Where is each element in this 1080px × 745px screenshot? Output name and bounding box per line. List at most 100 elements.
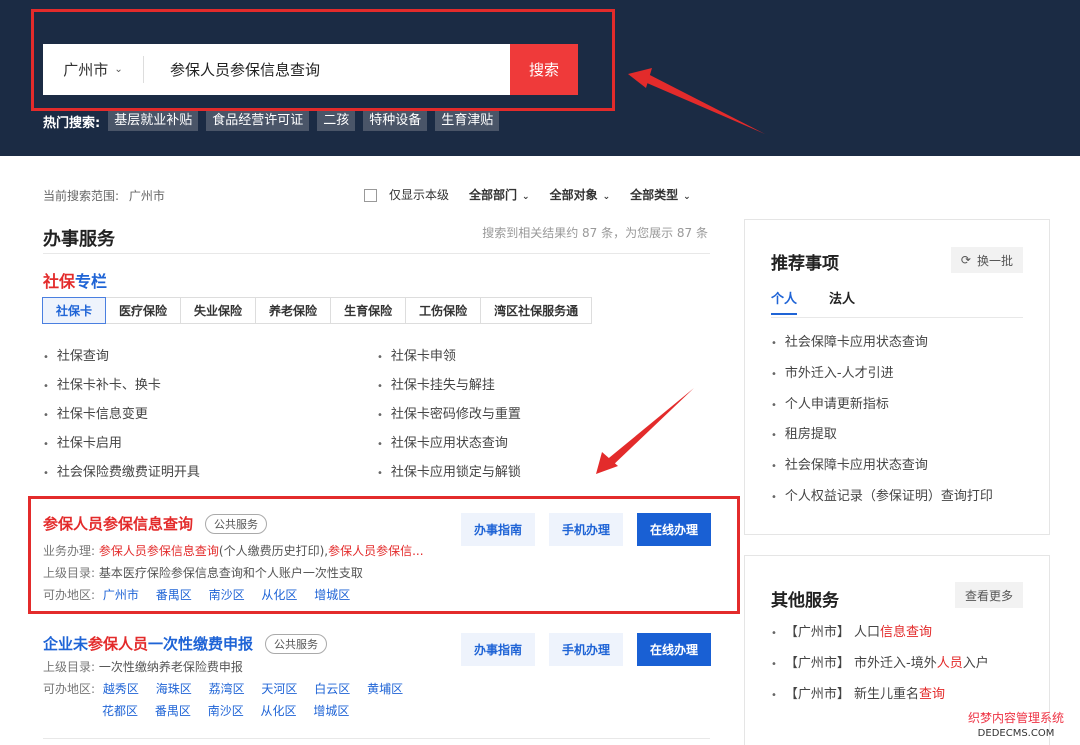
online-button[interactable]: 在线办理	[636, 513, 711, 546]
biz-link[interactable]: 参保人员参保信...	[328, 544, 423, 558]
area-link[interactable]: 从化区	[261, 588, 297, 602]
only-this-level-toggle[interactable]: 仅显示本级	[364, 186, 449, 203]
other-item-highlight: 信息查询	[880, 625, 933, 640]
scope-value: 广州市	[128, 189, 165, 203]
guide-button[interactable]: 办事指南	[460, 513, 535, 546]
parent-row: 上级目录: 基本医疗保险参保信息查询和个人账户一次性支取	[43, 562, 711, 584]
service-link[interactable]: 社保卡密码修改与重置	[377, 403, 677, 422]
result-count: 搜索到相关结果约 87 条，为您展示 87 条	[482, 226, 708, 240]
chevron-down-icon: ⌄	[114, 64, 123, 75]
area-link[interactable]: 花都区	[102, 704, 138, 718]
other-item[interactable]: 【广州市】 人口信息查询	[771, 621, 989, 652]
mobile-button[interactable]: 手机办理	[548, 513, 623, 546]
chevron-down-icon: ⌄	[683, 192, 691, 202]
area-link[interactable]: 荔湾区	[209, 682, 245, 696]
card-actions: 办事指南 手机办理 在线办理	[460, 513, 711, 546]
tab-unemployment[interactable]: 失业保险	[180, 297, 257, 324]
mobile-button[interactable]: 手机办理	[548, 633, 623, 666]
service-link[interactable]: 社会保险费缴费证明开具	[43, 461, 377, 480]
service-link[interactable]: 社保卡申领	[377, 345, 677, 364]
area-link[interactable]: 番禺区	[156, 588, 192, 602]
area-link[interactable]: 越秀区	[103, 682, 139, 696]
guide-button[interactable]: 办事指南	[460, 633, 535, 666]
search-input[interactable]: 参保人员参保信息查询	[144, 44, 510, 95]
hot-search-label: 热门搜索:	[43, 115, 101, 131]
tab-legal[interactable]: 法人	[829, 288, 855, 315]
city-selector[interactable]: 广州市 ⌄	[43, 44, 143, 95]
recommend-item[interactable]: 社会保障卡应用状态查询	[771, 454, 993, 485]
area-link[interactable]: 黄埔区	[367, 682, 403, 696]
tab-pension[interactable]: 养老保险	[255, 297, 332, 324]
area-link[interactable]: 天河区	[261, 682, 297, 696]
hot-tag[interactable]: 基层就业补贴	[108, 111, 199, 131]
service-link[interactable]: 社保查询	[43, 345, 377, 364]
tab-medical[interactable]: 医疗保险	[105, 297, 182, 324]
online-button[interactable]: 在线办理	[636, 633, 711, 666]
target-dropdown-label: 全部对象	[549, 188, 598, 202]
target-dropdown[interactable]: 全部对象 ⌄	[550, 186, 611, 203]
recommend-item[interactable]: 社会保障卡应用状态查询	[771, 331, 993, 362]
area-label: 可办地区:	[43, 588, 96, 602]
tab-personal[interactable]: 个人	[771, 288, 798, 315]
recommend-item[interactable]: 租房提取	[771, 423, 993, 454]
type-dropdown[interactable]: 全部类型 ⌄	[630, 186, 691, 203]
area-link[interactable]: 南沙区	[208, 704, 244, 718]
checkbox[interactable]	[364, 189, 377, 202]
search-bar: 广州市 ⌄ 参保人员参保信息查询 搜索	[43, 44, 578, 95]
tab-maternity[interactable]: 生育保险	[330, 297, 407, 324]
other-item[interactable]: 【广州市】 新生儿重名查询	[771, 683, 989, 714]
hot-tag[interactable]: 二孩	[317, 111, 356, 131]
recommend-item[interactable]: 个人申请更新指标	[771, 393, 993, 424]
other-list: 【广州市】 人口信息查询 【广州市】 市外迁入-境外人员入户 【广州市】 新生儿…	[771, 621, 989, 713]
service-card: 企业未参保人员一次性缴费申报 公共服务 上级目录: 一次性缴纳养老保险费申报 可…	[43, 633, 711, 722]
recommend-item[interactable]: 个人权益记录（参保证明）查询打印	[771, 485, 993, 516]
watermark-logo: 织梦内容管理系统 DEDECMS.COM	[968, 710, 1064, 742]
scope-label: 当前搜索范围:	[43, 189, 120, 203]
area-link[interactable]: 从化区	[261, 704, 297, 718]
dept-dropdown[interactable]: 全部部门 ⌄	[469, 186, 530, 203]
other-item[interactable]: 【广州市】 市外迁入-境外人员入户	[771, 652, 989, 683]
refresh-button[interactable]: ⟳ 换一批	[950, 247, 1023, 273]
service-link[interactable]: 社保卡启用	[43, 432, 377, 451]
search-button[interactable]: 搜索	[510, 44, 578, 95]
hot-tag[interactable]: 食品经营许可证	[206, 111, 310, 131]
insurance-tabs: 社保卡 医疗保险 失业保险 养老保险 生育保险 工伤保险 湾区社保服务通	[42, 297, 593, 324]
area-link[interactable]: 海珠区	[156, 682, 192, 696]
service-link[interactable]: 社保卡补卡、换卡	[43, 374, 377, 393]
header-bar: 广州市 ⌄ 参保人员参保信息查询 搜索 热门搜索: 基层就业补贴 食品经营许可证…	[0, 0, 1080, 156]
service-badge: 公共服务	[205, 513, 268, 534]
card-title-part: 企业未	[43, 635, 89, 653]
hot-tag[interactable]: 生育津贴	[435, 111, 500, 131]
service-link[interactable]: 社保卡应用状态查询	[377, 432, 677, 451]
card-title-link[interactable]: 参保人员参保信息查询	[43, 513, 193, 534]
area-row: 可办地区: 广州市 番禺区 南沙区 从化区 增城区	[43, 584, 711, 606]
area-link[interactable]: 南沙区	[209, 588, 245, 602]
area-link[interactable]: 广州市	[103, 588, 139, 602]
filter-bar: 仅显示本级 全部部门 ⌄ 全部对象 ⌄ 全部类型 ⌄	[364, 186, 691, 203]
card-title-link[interactable]: 企业未参保人员一次性缴费申报	[43, 633, 253, 654]
service-link[interactable]: 社保卡应用锁定与解锁	[377, 461, 677, 480]
area-link[interactable]: 番禺区	[155, 704, 191, 718]
recommend-item[interactable]: 市外迁入-人才引进	[771, 362, 993, 393]
tab-bay-area[interactable]: 湾区社保服务通	[480, 297, 593, 324]
special-title-blue: 专栏	[75, 272, 108, 291]
service-link[interactable]: 社保卡挂失与解挂	[377, 374, 677, 393]
service-link[interactable]: 社保卡信息变更	[43, 403, 377, 422]
other-item-text: 入户	[962, 655, 989, 671]
special-column-title: 社保专栏	[43, 268, 107, 292]
tab-social-card[interactable]: 社保卡	[42, 297, 107, 324]
other-item-text: 【广州市】 市外迁入-境外	[784, 655, 937, 671]
biz-label: 业务办理:	[43, 544, 96, 558]
area-link[interactable]: 增城区	[313, 704, 349, 718]
recommend-title: 推荐事项	[771, 254, 839, 274]
area-link[interactable]: 白云区	[314, 682, 350, 696]
parent-value: 基本医疗保险参保信息查询和个人账户一次性支取	[98, 566, 363, 580]
biz-link[interactable]: 参保人员参保信息查询	[99, 544, 219, 558]
view-more-button[interactable]: 查看更多	[954, 582, 1023, 608]
refresh-icon: ⟳	[960, 253, 971, 267]
hot-tag[interactable]: 特种设备	[363, 111, 428, 131]
area-link[interactable]: 增城区	[314, 588, 350, 602]
tab-injury[interactable]: 工伤保险	[405, 297, 482, 324]
card-actions: 办事指南 手机办理 在线办理	[460, 633, 711, 666]
special-title-red: 社保	[43, 272, 76, 291]
